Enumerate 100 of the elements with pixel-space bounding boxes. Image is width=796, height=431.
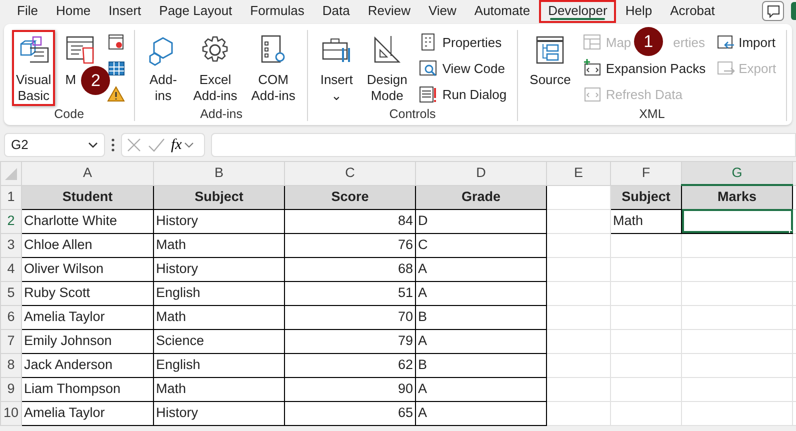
menu-tab[interactable]: Insert (100, 0, 150, 23)
ribbon-button[interactable]: COM Add-ins (247, 30, 300, 106)
comment-button[interactable] (762, 1, 784, 21)
group-label: Code (53, 106, 86, 122)
selected-cell[interactable] (682, 209, 792, 233)
ribbon-button[interactable]: Excel Add-ins (189, 30, 242, 106)
table-cell: English (154, 353, 284, 377)
column-heading: Score (284, 185, 416, 209)
refresh-code-icon (582, 85, 602, 104)
menu-tab[interactable]: Review (358, 0, 420, 23)
row-header[interactable]: 5 (0, 281, 22, 305)
menu-tab[interactable]: Developer (539, 0, 616, 23)
row-header[interactable]: 4 (0, 257, 22, 281)
table-cell: C (416, 233, 546, 257)
row-header[interactable]: 2 (0, 209, 22, 233)
table-cell: Chloe Allen (22, 233, 154, 257)
ribbon-button[interactable]: Add- ins (143, 30, 184, 106)
table-cell: History (154, 257, 284, 281)
menu-tab[interactable]: Automate (465, 0, 540, 23)
table-cell: B (416, 305, 546, 329)
table-cell: B (416, 353, 546, 377)
step-badge: 2 (81, 66, 110, 95)
table-cell: A (416, 377, 546, 401)
menu-tab[interactable]: Home (46, 0, 100, 23)
column-header[interactable]: A (22, 162, 154, 185)
menu-tab[interactable]: Page Layout (150, 0, 242, 23)
map-grid-icon (582, 33, 602, 52)
table-cell: 70 (284, 305, 416, 329)
ribbon-button[interactable]: Design Mode (362, 30, 412, 106)
share-button[interactable] (791, 2, 796, 20)
column-heading: Marks (682, 185, 792, 209)
menu-tab[interactable]: Acrobat (661, 0, 724, 23)
ribbon-button[interactable]: Run Dialog (417, 83, 509, 106)
close-icon (126, 137, 142, 153)
column-header[interactable]: C (284, 162, 416, 185)
group-label: Controls (388, 106, 437, 122)
table-cell: 79 (284, 329, 416, 353)
table-cell: History (154, 401, 284, 425)
table-cell: Math (154, 305, 284, 329)
view-code-icon (419, 59, 438, 78)
table-cell: A (416, 329, 546, 353)
table-cell: A (416, 257, 546, 281)
dialog-record-icon (107, 33, 126, 52)
table-cell: Ruby Scott (22, 281, 154, 305)
table-cell: 65 (284, 401, 416, 425)
menu-tab[interactable]: View (419, 0, 466, 23)
column-heading: Subject (610, 185, 682, 209)
menu-tab[interactable]: File (8, 0, 47, 23)
column-header[interactable]: D (416, 162, 546, 185)
table-cell: A (416, 401, 546, 425)
formula-field[interactable] (211, 133, 796, 157)
column-header[interactable]: F (610, 162, 682, 185)
table-cell: Liam Thompson (22, 377, 154, 401)
window-diagram-icon (534, 34, 566, 66)
column-header[interactable]: E (546, 162, 610, 185)
table-cell: Math (154, 233, 284, 257)
chevron-down-icon (184, 141, 194, 149)
table-cell: 51 (284, 281, 416, 305)
table-cell: Jack Anderson (22, 353, 154, 377)
column-header[interactable]: B (154, 162, 284, 185)
row-header[interactable]: 10 (0, 401, 22, 425)
ribbon-button[interactable]: Properties (417, 31, 509, 54)
warning-icon (107, 85, 126, 104)
table-cell: Charlotte White (22, 209, 154, 233)
table-cell: Emily Johnson (22, 329, 154, 353)
step-badge: 1 (634, 27, 663, 56)
menu-tab[interactable]: Help (616, 0, 662, 23)
table-cell: Oliver Wilson (22, 257, 154, 281)
row-header[interactable]: 6 (0, 305, 22, 329)
column-heading: Student (22, 185, 154, 209)
ribbon-button[interactable]: Import (714, 31, 778, 54)
menu-tab[interactable]: Data (313, 0, 359, 23)
row-header[interactable]: 1 (0, 185, 22, 209)
column-header[interactable]: G (682, 162, 792, 185)
column-heading: Subject (154, 185, 284, 209)
ribbon-button[interactable]: Expansion Packs (580, 57, 708, 80)
ribbon-button[interactable]: Source (526, 30, 575, 106)
row-header[interactable]: 8 (0, 353, 22, 377)
table-cell: 62 (284, 353, 416, 377)
ribbon-button[interactable]: Visual Basic (12, 30, 56, 106)
row-header[interactable]: 3 (0, 233, 22, 257)
table-cell: 90 (284, 377, 416, 401)
ribbon-button[interactable]: Insert ⌄ (316, 30, 357, 106)
menu-tab[interactable]: Formulas (241, 0, 314, 23)
ribbon-button[interactable]: View Code (417, 57, 509, 80)
table-cell: Amelia Taylor (22, 401, 154, 425)
table-cell: D (416, 209, 546, 233)
table-cell: Math (154, 377, 284, 401)
table-cell: Math (610, 209, 682, 233)
chevron-down-icon (88, 141, 98, 149)
name-box[interactable]: G2 (4, 133, 105, 157)
table-cell: 84 (284, 209, 416, 233)
table-cell: History (154, 209, 284, 233)
check-icon (148, 137, 165, 153)
column-heading: Grade (416, 185, 546, 209)
table-cell: 68 (284, 257, 416, 281)
row-header[interactable]: 9 (0, 377, 22, 401)
table-cell: English (154, 281, 284, 305)
row-header[interactable]: 7 (0, 329, 22, 353)
corner-triangle-icon (3, 166, 19, 182)
